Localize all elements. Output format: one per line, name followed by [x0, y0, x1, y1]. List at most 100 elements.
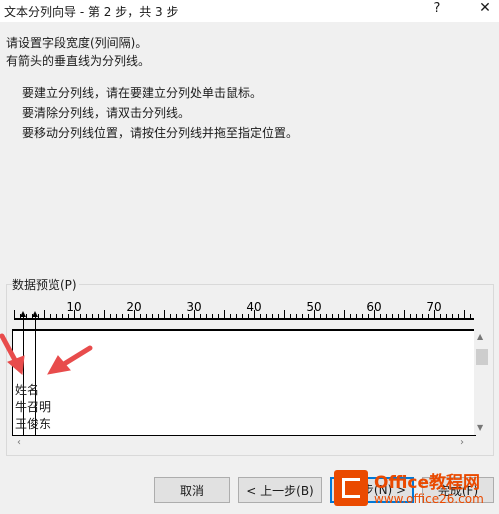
preview-row: 牛召明 — [15, 400, 52, 414]
ruler-number: 10 — [66, 300, 82, 314]
ruler-tick — [404, 310, 405, 318]
ruler-tick — [362, 314, 363, 318]
ruler-number: 50 — [306, 300, 322, 314]
ruler-tick — [278, 314, 279, 318]
ruler-tick — [200, 314, 201, 318]
scroll-right-icon[interactable]: › — [460, 437, 464, 448]
office-logo-icon — [334, 470, 368, 506]
ruler-tick — [458, 314, 459, 318]
ruler-tick — [326, 314, 327, 318]
ruler-tick — [470, 314, 471, 318]
scroll-down-icon[interactable]: ▼ — [477, 423, 483, 432]
ruler-tick — [86, 314, 87, 318]
ruler-tick — [110, 314, 111, 318]
help-icon[interactable]: ? — [430, 1, 444, 19]
tip-move-break: 要移动分列线位置，请按住分列线并拖至指定位置。 — [22, 126, 299, 140]
back-button[interactable]: < 上一步(B) — [238, 477, 322, 503]
ruler-tick — [392, 314, 393, 318]
instruction-line-1: 请设置字段宽度(列间隔)。 — [6, 36, 148, 50]
ruler-tick — [56, 314, 57, 318]
window-title: 文本分列向导 - 第 2 步，共 3 步 — [4, 5, 179, 19]
ruler-tick — [356, 314, 357, 318]
ruler-tick — [176, 314, 177, 318]
ruler-tick — [212, 314, 213, 318]
ruler-tick — [14, 310, 15, 318]
ruler-tick — [152, 314, 153, 318]
column-break-arrow-icon — [32, 311, 38, 317]
ruler-number: 30 — [186, 300, 202, 314]
ruler-tick — [188, 314, 189, 318]
title-bar: 文本分列向导 - 第 2 步，共 3 步 ? ✕ — [0, 0, 499, 22]
ruler-tick — [62, 314, 63, 318]
watermark-site: www.office26.com — [374, 492, 484, 506]
ruler-tick — [272, 314, 273, 318]
ruler-tick — [92, 314, 93, 318]
ruler-tick — [242, 314, 243, 318]
ruler-tick — [386, 314, 387, 318]
ruler-tick — [338, 314, 339, 318]
ruler-tick — [122, 314, 123, 318]
ruler-tick — [80, 314, 81, 318]
ruler-tick — [350, 314, 351, 318]
ruler-tick — [158, 314, 159, 318]
instruction-line-2: 有箭头的垂直线为分列线。 — [6, 54, 151, 68]
ruler-tick — [410, 314, 411, 318]
tip-create-break: 要建立分列线，请在要建立分列处单击鼠标。 — [22, 86, 263, 100]
ruler-tick — [104, 310, 105, 318]
ruler-tick — [236, 314, 237, 318]
watermark-name: Office教程网 — [374, 473, 481, 493]
ruler-tick — [50, 314, 51, 318]
vertical-scrollbar[interactable]: ▲ ▼ — [474, 329, 490, 435]
ruler-tick — [230, 314, 231, 318]
ruler-tick — [320, 314, 321, 318]
ruler-tick — [68, 314, 69, 318]
column-ruler[interactable]: 10 20 30 40 50 60 70 — [14, 300, 474, 322]
ruler-tick — [440, 314, 441, 318]
ruler-number: 60 — [366, 300, 382, 314]
cancel-button[interactable]: 取消 — [154, 477, 230, 503]
ruler-tick — [380, 314, 381, 318]
ruler-tick — [116, 314, 117, 318]
ruler-tick — [38, 314, 39, 318]
ruler-tick — [44, 310, 45, 318]
red-arrow-icon — [0, 333, 93, 375]
ruler-baseline — [14, 318, 474, 320]
ruler-number: 40 — [246, 300, 262, 314]
ruler-tick — [416, 314, 417, 318]
ruler-tick — [452, 314, 453, 318]
ruler-tick — [332, 314, 333, 318]
ruler-tick — [26, 314, 27, 318]
scroll-left-icon[interactable]: ‹ — [17, 437, 21, 448]
ruler-tick — [398, 314, 399, 318]
column-break-arrow-icon — [20, 311, 26, 317]
ruler-tick — [218, 314, 219, 318]
horizontal-scrollbar[interactable]: ‹ › — [12, 436, 474, 450]
ruler-tick — [146, 314, 147, 318]
ruler-tick — [344, 310, 345, 318]
close-icon[interactable]: ✕ — [476, 0, 494, 20]
scroll-up-icon[interactable]: ▲ — [477, 332, 483, 341]
ruler-tick — [422, 314, 423, 318]
preview-row: 王俊东 — [15, 417, 52, 431]
ruler-tick — [260, 314, 261, 318]
ruler-tick — [140, 314, 141, 318]
ruler-number: 70 — [426, 300, 442, 314]
ruler-tick — [464, 310, 465, 318]
site-watermark: Office教程网 www.office26.com — [330, 466, 499, 514]
ruler-tick — [170, 314, 171, 318]
ruler-tick — [164, 310, 165, 318]
ruler-tick — [128, 314, 129, 318]
ruler-tick — [290, 314, 291, 318]
ruler-tick — [182, 314, 183, 318]
ruler-tick — [446, 314, 447, 318]
ruler-tick — [248, 314, 249, 318]
ruler-tick — [284, 310, 285, 318]
ruler-tick — [98, 314, 99, 318]
vertical-scroll-thumb[interactable] — [476, 349, 488, 365]
ruler-tick — [224, 310, 225, 318]
ruler-tick — [368, 314, 369, 318]
ruler-tick — [308, 314, 309, 318]
ruler-tick — [428, 314, 429, 318]
tip-clear-break: 要清除分列线，请双击分列线。 — [22, 106, 191, 120]
ruler-number: 20 — [126, 300, 142, 314]
